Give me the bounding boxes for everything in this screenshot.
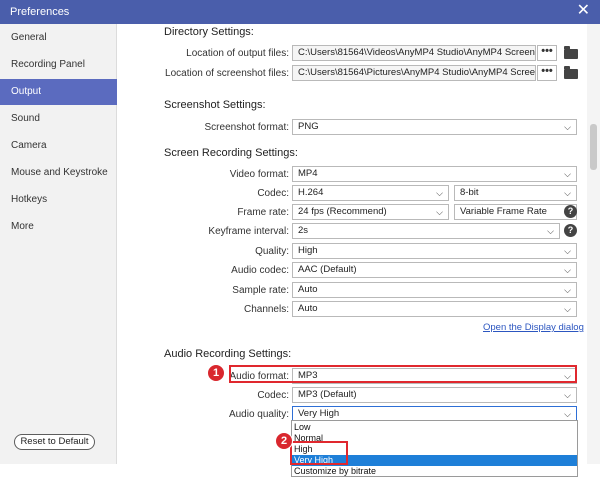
screenshot-settings-heading: Screenshot Settings: — [164, 99, 266, 111]
output-browse-button[interactable]: ••• — [537, 45, 557, 61]
audio-quality-option-low[interactable]: Low — [292, 422, 577, 433]
codec-label: Codec: — [257, 188, 289, 199]
sidebar-item-label: Hotkeys — [11, 194, 48, 205]
quality-value: High — [298, 245, 318, 256]
frame-rate-select[interactable]: 24 fps (Recommend) ⌵ — [292, 204, 449, 220]
sidebar-item-camera[interactable]: Camera — [0, 133, 117, 159]
quality-select[interactable]: High ⌵ — [292, 243, 577, 259]
frame-rate-mode-value: Variable Frame Rate — [460, 206, 547, 217]
frame-rate-label: Frame rate: — [237, 207, 289, 218]
video-format-select[interactable]: MP4 ⌵ — [292, 166, 577, 182]
open-display-dialog-link[interactable]: Open the Display dialog — [483, 322, 584, 333]
sidebar-item-hotkeys[interactable]: Hotkeys — [0, 187, 117, 213]
chevron-down-icon: ⌵ — [564, 409, 571, 419]
scrollbar-thumb[interactable] — [590, 124, 597, 170]
frame-rate-help-icon[interactable]: ? — [564, 205, 577, 218]
screenshot-format-value: PNG — [298, 121, 319, 132]
chevron-down-icon: ⌵ — [564, 390, 571, 400]
sidebar: General Recording Panel Output Sound Cam… — [0, 24, 117, 464]
video-codec-value: H.264 — [298, 187, 324, 198]
sidebar-item-label: Output — [11, 86, 42, 97]
reset-to-default-button[interactable]: Reset to Default — [14, 434, 95, 450]
quality-label: Quality: — [255, 246, 289, 257]
output-folder-icon[interactable] — [564, 46, 578, 59]
sample-rate-select[interactable]: Auto ⌵ — [292, 282, 577, 298]
sample-rate-label: Sample rate: — [232, 285, 289, 296]
frame-rate-mode-select[interactable]: Variable Frame Rate ⌵ — [454, 204, 577, 220]
directory-settings-heading: Directory Settings: — [164, 26, 254, 38]
sample-rate-value: Auto — [298, 284, 318, 295]
keyframe-interval-label: Keyframe interval: — [208, 226, 289, 237]
screenshot-format-label: Screenshot format: — [204, 122, 289, 133]
sidebar-item-label: More — [11, 221, 34, 232]
audio-codec-label-2: Codec: — [257, 390, 289, 401]
chevron-down-icon: ⌵ — [436, 188, 443, 198]
video-format-value: MP4 — [298, 168, 318, 179]
sidebar-item-recording-panel[interactable]: Recording Panel — [0, 52, 117, 78]
step-1-badge: 1 — [207, 364, 225, 382]
audio-quality-value: Very High — [298, 408, 340, 419]
bit-depth-value: 8-bit — [460, 187, 479, 198]
bit-depth-select[interactable]: 8-bit ⌵ — [454, 185, 577, 201]
chevron-down-icon: ⌵ — [564, 188, 571, 198]
video-format-label: Video format: — [229, 169, 289, 180]
sidebar-item-more[interactable]: More — [0, 214, 117, 240]
keyframe-interval-value: 2s — [298, 225, 309, 236]
step-2-badge: 2 — [275, 432, 293, 450]
chevron-down-icon: ⌵ — [564, 246, 571, 256]
sidebar-item-sound[interactable]: Sound — [0, 106, 117, 132]
audio-recording-codec-select[interactable]: MP3 (Default) ⌵ — [292, 387, 577, 403]
frame-rate-value: 24 fps (Recommend) — [298, 206, 387, 217]
screenshot-location-label: Location of screenshot files: — [165, 68, 289, 79]
chevron-down-icon: ⌵ — [436, 207, 443, 217]
settings-panel: Directory Settings: Location of output f… — [117, 24, 587, 464]
output-location-label: Location of output files: — [186, 48, 289, 59]
audio-quality-option-customize[interactable]: Customize by bitrate — [292, 466, 577, 477]
keyframe-help-icon[interactable]: ? — [564, 224, 577, 237]
title-bar: Preferences ✕ — [0, 0, 600, 24]
chevron-down-icon: ⌵ — [564, 285, 571, 295]
sidebar-item-label: General — [11, 32, 47, 43]
channels-label: Channels: — [243, 304, 289, 315]
screen-recording-settings-heading: Screen Recording Settings: — [164, 147, 298, 159]
video-codec-select[interactable]: H.264 ⌵ — [292, 185, 449, 201]
very-high-highlight — [290, 441, 348, 465]
audio-codec-select[interactable]: AAC (Default) ⌵ — [292, 262, 577, 278]
channels-select[interactable]: Auto ⌵ — [292, 301, 577, 317]
screenshot-location-field[interactable]: C:\Users\81564\Pictures\AnyMP4 Studio\An… — [292, 65, 536, 81]
audio-quality-label: Audio quality: — [228, 409, 289, 420]
sidebar-item-general[interactable]: General — [0, 25, 117, 51]
audio-format-highlight — [229, 365, 577, 383]
output-location-field[interactable]: C:\Users\81564\Videos\AnyMP4 Studio\AnyM… — [292, 45, 536, 61]
audio-recording-codec-value: MP3 (Default) — [298, 389, 357, 400]
chevron-down-icon: ⌵ — [564, 169, 571, 179]
chevron-down-icon: ⌵ — [547, 226, 554, 236]
chevron-down-icon: ⌵ — [564, 122, 571, 132]
chevron-down-icon: ⌵ — [564, 265, 571, 275]
audio-codec-value: AAC (Default) — [298, 264, 357, 275]
window-title: Preferences — [10, 6, 70, 18]
screenshot-browse-button[interactable]: ••• — [537, 65, 557, 81]
sidebar-item-label: Sound — [11, 113, 40, 124]
screenshot-folder-icon[interactable] — [564, 66, 578, 79]
audio-recording-settings-heading: Audio Recording Settings: — [164, 348, 292, 360]
channels-value: Auto — [298, 303, 318, 314]
screenshot-format-select[interactable]: PNG ⌵ — [292, 119, 577, 135]
sidebar-item-label: Camera — [11, 140, 47, 151]
keyframe-interval-select[interactable]: 2s ⌵ — [292, 223, 560, 239]
sidebar-item-mouse-and-keystroke[interactable]: Mouse and Keystroke — [0, 160, 117, 186]
close-icon[interactable]: ✕ — [577, 2, 590, 20]
sidebar-item-label: Recording Panel — [11, 59, 85, 70]
sidebar-item-label: Mouse and Keystroke — [11, 167, 108, 178]
chevron-down-icon: ⌵ — [564, 304, 571, 314]
audio-codec-label: Audio codec: — [231, 265, 289, 276]
sidebar-item-output[interactable]: Output — [0, 79, 117, 105]
scrollbar-track[interactable] — [587, 24, 600, 464]
